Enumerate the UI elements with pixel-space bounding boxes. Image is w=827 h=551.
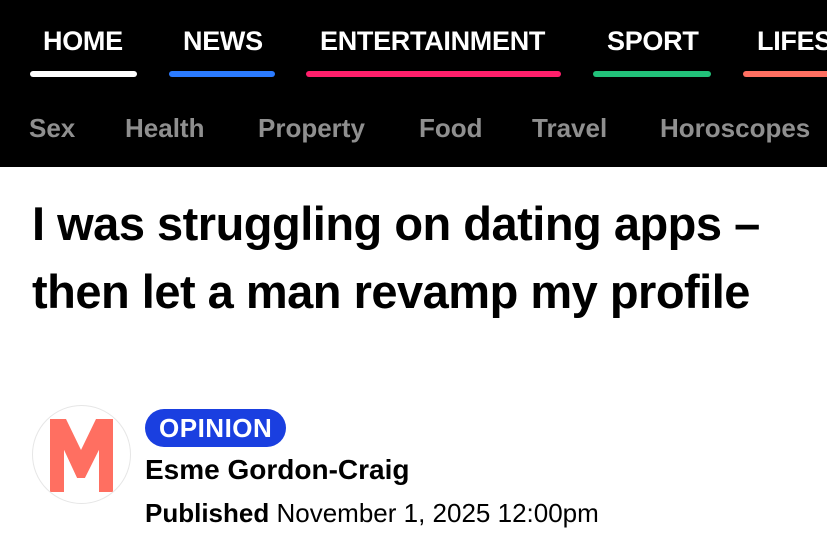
article-headline: I was struggling on dating apps – then l… bbox=[32, 197, 760, 318]
nav-home-label: HOME bbox=[43, 26, 123, 56]
nav-lifestyle[interactable]: LIFESTYLE bbox=[743, 26, 827, 82]
subnav-food[interactable]: Food bbox=[419, 113, 483, 144]
author-name[interactable]: Esme Gordon-Craig bbox=[145, 454, 409, 486]
subnav-sex[interactable]: Sex bbox=[29, 113, 75, 144]
subnav-travel[interactable]: Travel bbox=[532, 113, 607, 144]
nav-lifestyle-underline bbox=[743, 71, 827, 77]
nav-lifestyle-label: LIFESTYLE bbox=[757, 26, 827, 56]
subnav-property[interactable]: Property bbox=[258, 113, 365, 144]
subnav-horoscopes[interactable]: Horoscopes bbox=[660, 113, 810, 144]
nav-sport-label: SPORT bbox=[607, 26, 699, 56]
site-header: HOME NEWS ENTERTAINMENT SPORT LIFESTYLE … bbox=[0, 0, 827, 167]
published-label: Published bbox=[145, 498, 270, 528]
nav-home-underline bbox=[30, 71, 137, 77]
nav-entertainment-label: ENTERTAINMENT bbox=[320, 26, 546, 56]
opinion-badge[interactable]: OPINION bbox=[145, 409, 287, 447]
subnav-health[interactable]: Health bbox=[125, 113, 204, 144]
nav-entertainment-underline bbox=[306, 71, 561, 77]
secondary-nav: Sex Health Property Food Travel Horoscop… bbox=[0, 88, 827, 167]
nav-news-underline bbox=[169, 71, 275, 77]
publish-info: Published November 1, 2025 12:00pm bbox=[145, 498, 599, 529]
nav-sport[interactable]: SPORT bbox=[593, 26, 711, 82]
author-avatar[interactable] bbox=[32, 405, 131, 504]
published-date: November 1, 2025 12:00pm bbox=[276, 498, 599, 528]
logo-shape bbox=[50, 419, 113, 492]
nav-news-label: NEWS bbox=[183, 26, 263, 56]
masthead-m-logo-icon bbox=[50, 419, 113, 492]
nav-sport-underline bbox=[593, 71, 711, 77]
nav-home[interactable]: HOME bbox=[30, 26, 137, 82]
primary-nav: HOME NEWS ENTERTAINMENT SPORT LIFESTYLE bbox=[0, 0, 827, 88]
nav-entertainment[interactable]: ENTERTAINMENT bbox=[306, 26, 561, 82]
nav-news[interactable]: NEWS bbox=[169, 26, 275, 82]
